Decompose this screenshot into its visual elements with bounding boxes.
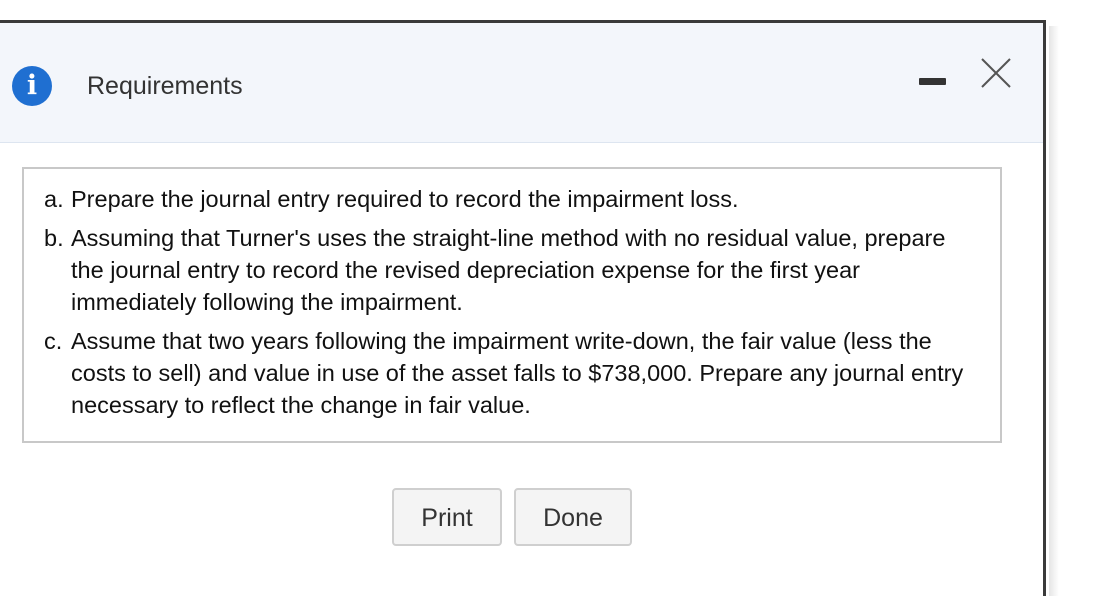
requirement-letter: b.: [44, 225, 64, 251]
requirement-letter: a.: [44, 186, 64, 212]
requirement-text: Prepare the journal entry required to re…: [71, 186, 739, 212]
print-button[interactable]: Print: [392, 488, 502, 546]
list-item: c. Assume that two years following the i…: [44, 325, 980, 421]
close-button[interactable]: [972, 51, 1020, 99]
minimize-button[interactable]: [914, 63, 950, 99]
requirements-content: a. Prepare the journal entry required to…: [22, 167, 1002, 443]
info-icon: i: [12, 66, 52, 106]
minimize-icon: [919, 78, 946, 85]
dialog-header: i Requirements: [0, 23, 1043, 143]
dialog-title: Requirements: [87, 72, 243, 100]
requirements-list: a. Prepare the journal entry required to…: [44, 183, 980, 421]
done-button[interactable]: Done: [514, 488, 632, 546]
list-item: a. Prepare the journal entry required to…: [44, 183, 980, 215]
list-item: b. Assuming that Turner's uses the strai…: [44, 222, 980, 318]
requirement-text: Assume that two years following the impa…: [71, 328, 964, 418]
close-icon: [981, 58, 1011, 88]
requirement-letter: c.: [44, 328, 63, 354]
requirement-text: Assuming that Turner's uses the straight…: [71, 225, 946, 315]
dialog-shadow: [1049, 26, 1059, 596]
